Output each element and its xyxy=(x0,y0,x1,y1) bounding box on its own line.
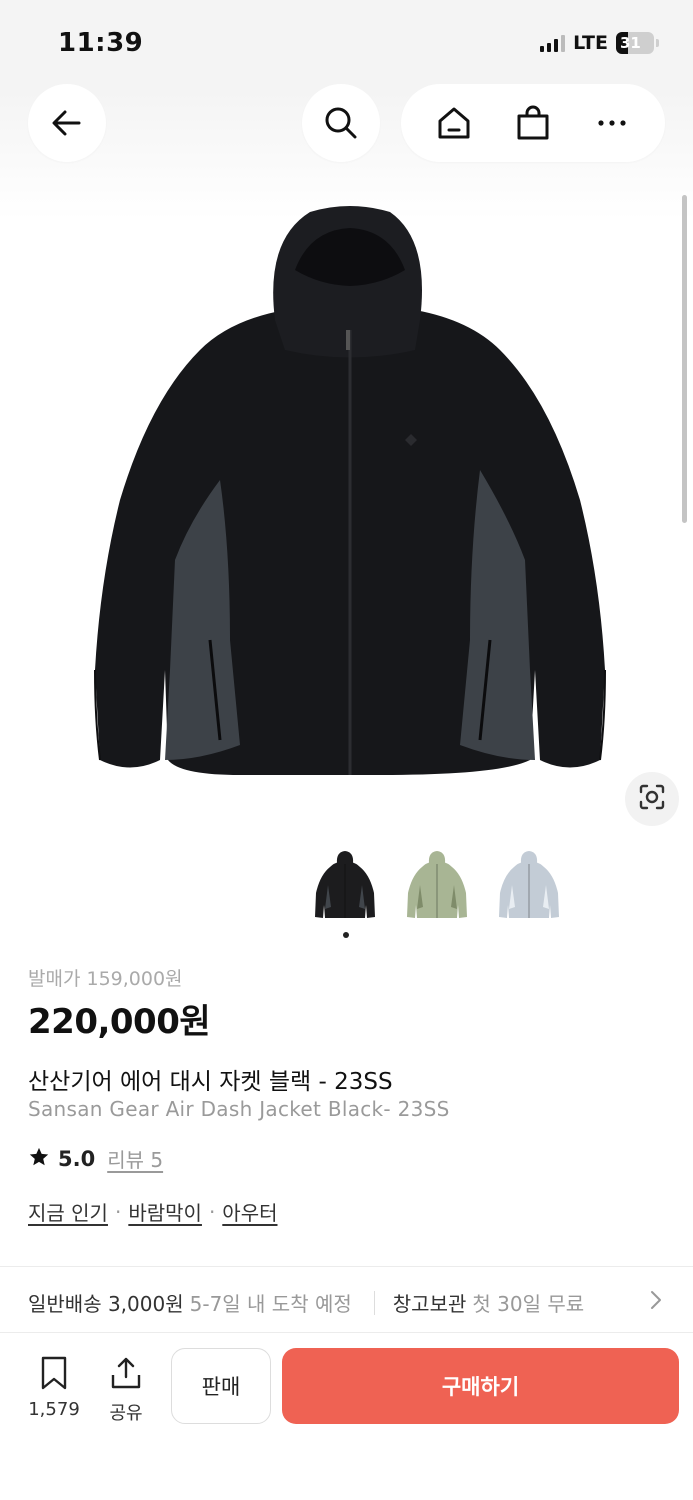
product-price: 220,000원 xyxy=(28,1002,211,1042)
back-button[interactable] xyxy=(28,84,106,162)
tag-separator: · xyxy=(114,1199,122,1224)
shopping-bag-icon[interactable] xyxy=(511,101,555,145)
search-button[interactable] xyxy=(302,84,380,162)
battery-tip xyxy=(656,39,659,47)
share-button[interactable]: 공유 xyxy=(96,1355,156,1425)
battery-icon: 31 xyxy=(616,32,654,54)
tag-separator: · xyxy=(208,1199,216,1224)
star-icon xyxy=(28,1146,50,1172)
storage-label: 창고보관 xyxy=(392,1292,467,1316)
battery-percent: 31 xyxy=(620,34,641,52)
rating-row: 5.0 리뷰 5 xyxy=(28,1144,163,1173)
product-subtitle: Sansan Gear Air Dash Jacket Black- 23SS xyxy=(28,1097,450,1121)
bookmark-icon xyxy=(37,1355,71,1395)
product-title: 산산기어 에어 대시 자켓 블랙 - 23SS xyxy=(28,1069,393,1095)
scan-icon xyxy=(637,782,667,816)
release-price: 발매가 159,000원 xyxy=(28,968,183,990)
scrollbar[interactable] xyxy=(682,195,687,523)
bookmark-count: 1,579 xyxy=(28,1399,80,1420)
shipping-general: 일반배송 3,000원 xyxy=(28,1292,184,1316)
tag-popular[interactable]: 지금 인기 xyxy=(28,1197,108,1226)
network-type: LTE xyxy=(573,32,608,54)
divider xyxy=(0,1266,693,1267)
image-search-button[interactable] xyxy=(625,772,679,826)
product-image[interactable] xyxy=(80,200,620,780)
variant-thumbnails xyxy=(310,848,564,922)
page-indicator xyxy=(343,932,349,938)
shipping-row[interactable]: 일반배송 3,000원 5-7일 내 도착 예정 창고보관 첫 30일 무료 xyxy=(28,1288,668,1317)
status-indicators: LTE 31 xyxy=(540,32,659,54)
bottom-action-bar: 1,579 공유 판매 구매하기 xyxy=(0,1333,693,1500)
share-label: 공유 xyxy=(109,1403,143,1424)
chevron-right-icon xyxy=(648,1289,664,1316)
variant-jacket-image xyxy=(407,851,467,918)
review-link[interactable]: 리뷰 5 xyxy=(107,1144,163,1173)
tag-outer[interactable]: 아우터 xyxy=(222,1197,277,1226)
tag-windbreaker[interactable]: 바람막이 xyxy=(128,1197,202,1226)
variant-jacket-image xyxy=(499,851,559,918)
shipping-eta: 5-7일 내 도착 예정 xyxy=(189,1292,352,1316)
buy-button[interactable]: 구매하기 xyxy=(282,1348,679,1424)
bookmark-button[interactable]: 1,579 xyxy=(24,1355,84,1420)
home-icon[interactable] xyxy=(432,101,476,145)
share-icon xyxy=(108,1355,144,1395)
variant-thumbnail[interactable] xyxy=(310,848,380,922)
status-bar: 11:39 LTE 31 xyxy=(0,0,693,90)
shipping-divider xyxy=(373,1290,375,1315)
search-icon xyxy=(319,101,363,145)
category-tags: 지금 인기 · 바람막이 · 아우터 xyxy=(28,1197,278,1226)
nav-action-group xyxy=(401,84,665,162)
sell-button[interactable]: 판매 xyxy=(171,1348,271,1424)
more-icon[interactable] xyxy=(590,101,634,145)
status-time: 11:39 xyxy=(58,28,144,58)
rating-value: 5.0 xyxy=(58,1146,96,1171)
storage-offer: 첫 30일 무료 xyxy=(472,1292,585,1316)
variant-thumbnail[interactable] xyxy=(402,848,472,922)
variant-jacket-image xyxy=(315,851,375,918)
back-arrow-icon xyxy=(45,101,89,145)
variant-thumbnail[interactable] xyxy=(494,848,564,922)
signal-icon xyxy=(540,34,566,52)
